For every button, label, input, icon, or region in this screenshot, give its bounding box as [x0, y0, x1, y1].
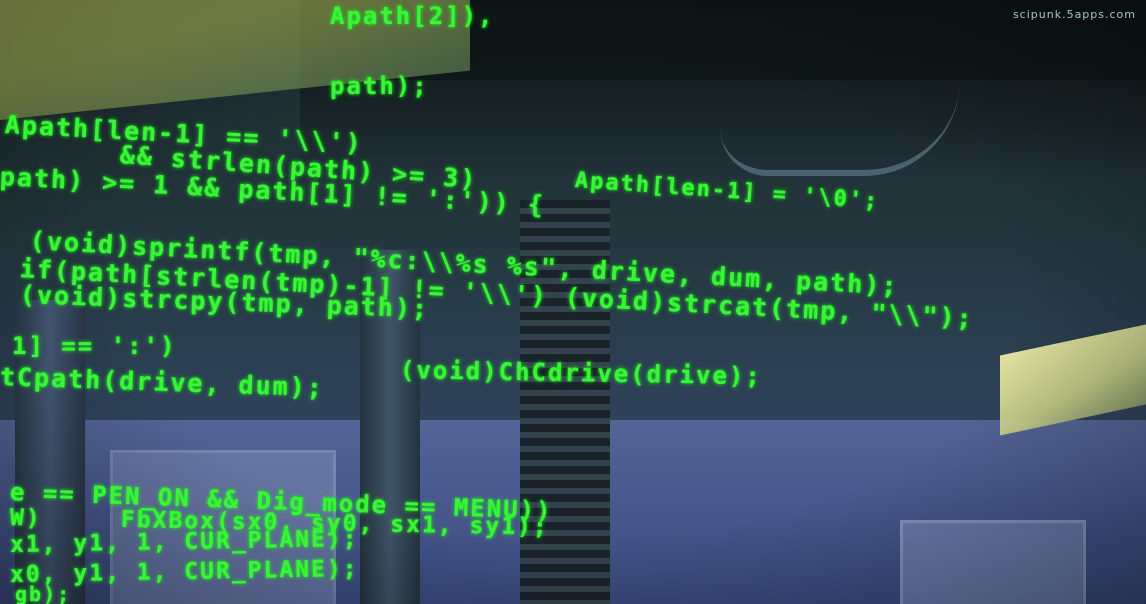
code-line: path);: [330, 72, 429, 100]
code-line: gb);: [15, 582, 72, 604]
code-line: 1] == ':'): [12, 332, 177, 360]
watermark-text: scipunk.5apps.com: [1012, 8, 1136, 21]
code-line: Apath[2]),: [330, 2, 495, 30]
code-overlay-scene: Apath[2]), path); Apath[len-1] == '\\') …: [0, 0, 1146, 604]
